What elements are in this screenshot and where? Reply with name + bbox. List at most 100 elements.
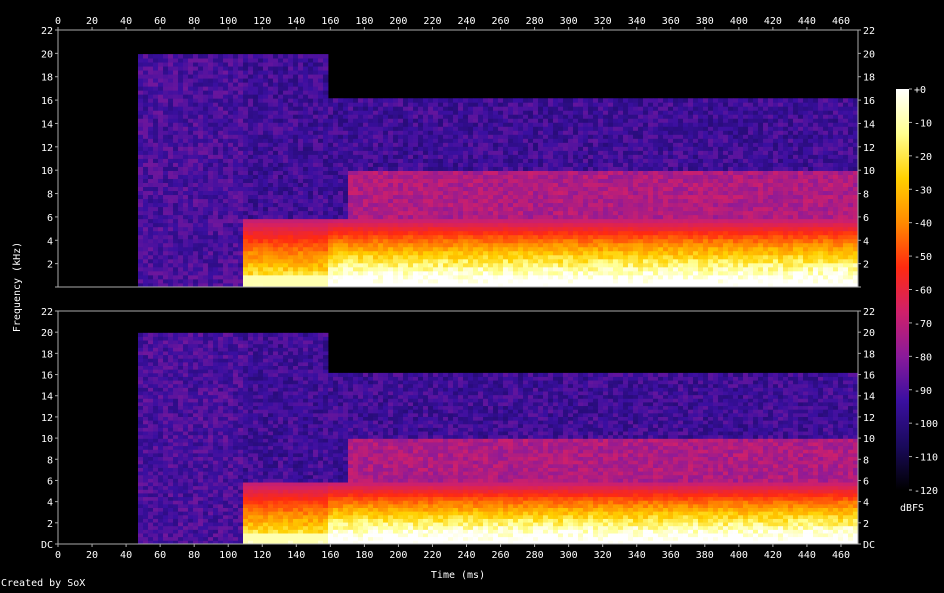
y-tick-label-right: 8 <box>863 190 869 201</box>
x-tick-label: 200 <box>389 550 407 561</box>
x-tick-label-top: 280 <box>526 16 544 27</box>
x-tick-label-top: 200 <box>389 16 407 27</box>
x-tick-label-top: 420 <box>764 16 782 27</box>
y-tick-label: 10 <box>41 166 53 177</box>
x-tick-label: 80 <box>188 550 200 561</box>
x-tick-label: 340 <box>628 550 646 561</box>
y-tick-label: 10 <box>41 434 53 445</box>
x-tick-label: 300 <box>560 550 578 561</box>
x-tick-label-top: 340 <box>628 16 646 27</box>
x-tick-label-top: 400 <box>730 16 748 27</box>
y-tick-label: 14 <box>41 119 53 130</box>
x-tick-label-top: 160 <box>321 16 339 27</box>
x-tick-label-top: 360 <box>662 16 680 27</box>
y-tick-label: 12 <box>41 413 53 424</box>
x-tick-label: 260 <box>492 550 510 561</box>
y-tick-label-right: 20 <box>863 328 875 339</box>
colorbar-unit-label: dBFS <box>900 503 924 514</box>
y-tick-label-right: DC <box>863 540 875 551</box>
y-tick-label-right: 18 <box>863 349 875 360</box>
colorbar-tick-label: -30 <box>914 185 932 196</box>
x-tick-label: 40 <box>120 550 132 561</box>
colorbar-tick-label: -80 <box>914 352 932 363</box>
x-tick-label-top: 220 <box>423 16 441 27</box>
x-tick-label-top: 180 <box>355 16 373 27</box>
colorbar-tick-label: -20 <box>914 152 932 163</box>
x-tick-label: 120 <box>253 550 271 561</box>
y-tick-label: 20 <box>41 328 53 339</box>
x-tick-label: 280 <box>526 550 544 561</box>
y-tick-label: 18 <box>41 349 53 360</box>
x-tick-label-top: 300 <box>560 16 578 27</box>
y-tick-label: 2 <box>47 519 53 530</box>
y-tick-label: 18 <box>41 73 53 84</box>
y-tick-label: 4 <box>47 498 53 509</box>
x-tick-label-top: 100 <box>219 16 237 27</box>
x-tick-label: 380 <box>696 550 714 561</box>
x-tick-label-top: 260 <box>492 16 510 27</box>
credit-text: Created by SoX <box>1 578 86 589</box>
colorbar-tick-label: +0 <box>914 85 926 96</box>
colorbar-tick-label: -10 <box>914 118 932 129</box>
x-tick-label: 460 <box>832 550 850 561</box>
x-tick-label-top: 120 <box>253 16 271 27</box>
y-tick-label-right: 10 <box>863 434 875 445</box>
colorbar-tick-label: -90 <box>914 386 932 397</box>
y-tick-label: 16 <box>41 371 53 382</box>
colorbar-tick-label: -60 <box>914 286 932 297</box>
y-tick-label: DC <box>41 540 53 551</box>
y-tick-label-right: 20 <box>863 49 875 60</box>
x-tick-label: 180 <box>355 550 373 561</box>
y-tick-label-right: 14 <box>863 392 875 403</box>
channel-1-panel <box>57 29 859 288</box>
colorbar-tick-label: -100 <box>914 419 938 430</box>
y-tick-label-right: 6 <box>863 476 869 487</box>
y-tick-label: 22 <box>41 26 53 37</box>
y-tick-label-right: 6 <box>863 213 869 224</box>
x-tick-label: 0 <box>55 550 61 561</box>
y-tick-label: 8 <box>47 190 53 201</box>
colorbar-tick-label: -40 <box>914 219 932 230</box>
x-tick-label: 160 <box>321 550 339 561</box>
x-tick-label-top: 240 <box>457 16 475 27</box>
colorbar-tick-label: -50 <box>914 252 932 263</box>
x-tick-label-top: 380 <box>696 16 714 27</box>
colorbar: +0 -10 -20 -30 -40 -50 -60 -70 -80 -90 -100 -110 -12… <box>896 85 938 497</box>
y-tick-label-right: 12 <box>863 143 875 154</box>
channel-2-panel <box>57 310 859 545</box>
x-tick-label-top: 140 <box>287 16 305 27</box>
y-tick-label: 14 <box>41 392 53 403</box>
x-tick-label-top: 440 <box>798 16 816 27</box>
colorbar-gradient <box>896 89 909 490</box>
x-tick-label-top: 80 <box>188 16 200 27</box>
y-tick-label: 20 <box>41 49 53 60</box>
y-tick-label-right: 4 <box>863 498 869 509</box>
y-tick-label-right: 18 <box>863 73 875 84</box>
x-axis-label: Time (ms) <box>431 570 485 581</box>
x-tick-label: 320 <box>594 550 612 561</box>
x-tick-label-top: 40 <box>120 16 132 27</box>
colorbar-tick-label: -120 <box>914 486 938 497</box>
spectrogram-chart: 2 24 46 68 810 1012 1214 1416 1618 1820 2022 22DC DC… <box>12 16 938 581</box>
x-tick-label: 360 <box>662 550 680 561</box>
x-tick-label: 440 <box>798 550 816 561</box>
y-tick-label-right: 14 <box>863 119 875 130</box>
x-tick-label: 60 <box>154 550 166 561</box>
y-tick-label-right: 22 <box>863 26 875 37</box>
y-tick-label: 12 <box>41 143 53 154</box>
y-tick-label: 6 <box>47 213 53 224</box>
y-tick-label: 16 <box>41 96 53 107</box>
y-tick-label-right: 22 <box>863 307 875 318</box>
y-axis-label: Frequency (kHz) <box>12 242 23 332</box>
x-tick-label: 420 <box>764 550 782 561</box>
y-tick-label-right: 4 <box>863 236 869 247</box>
x-tick-label: 20 <box>86 550 98 561</box>
y-tick-label: 2 <box>47 260 53 271</box>
y-tick-label-right: 2 <box>863 260 869 271</box>
x-tick-label-top: 320 <box>594 16 612 27</box>
y-tick-label-right: 12 <box>863 413 875 424</box>
y-tick-label: 6 <box>47 476 53 487</box>
x-tick-label-top: 0 <box>55 16 61 27</box>
x-tick-label: 100 <box>219 550 237 561</box>
x-tick-label: 220 <box>423 550 441 561</box>
